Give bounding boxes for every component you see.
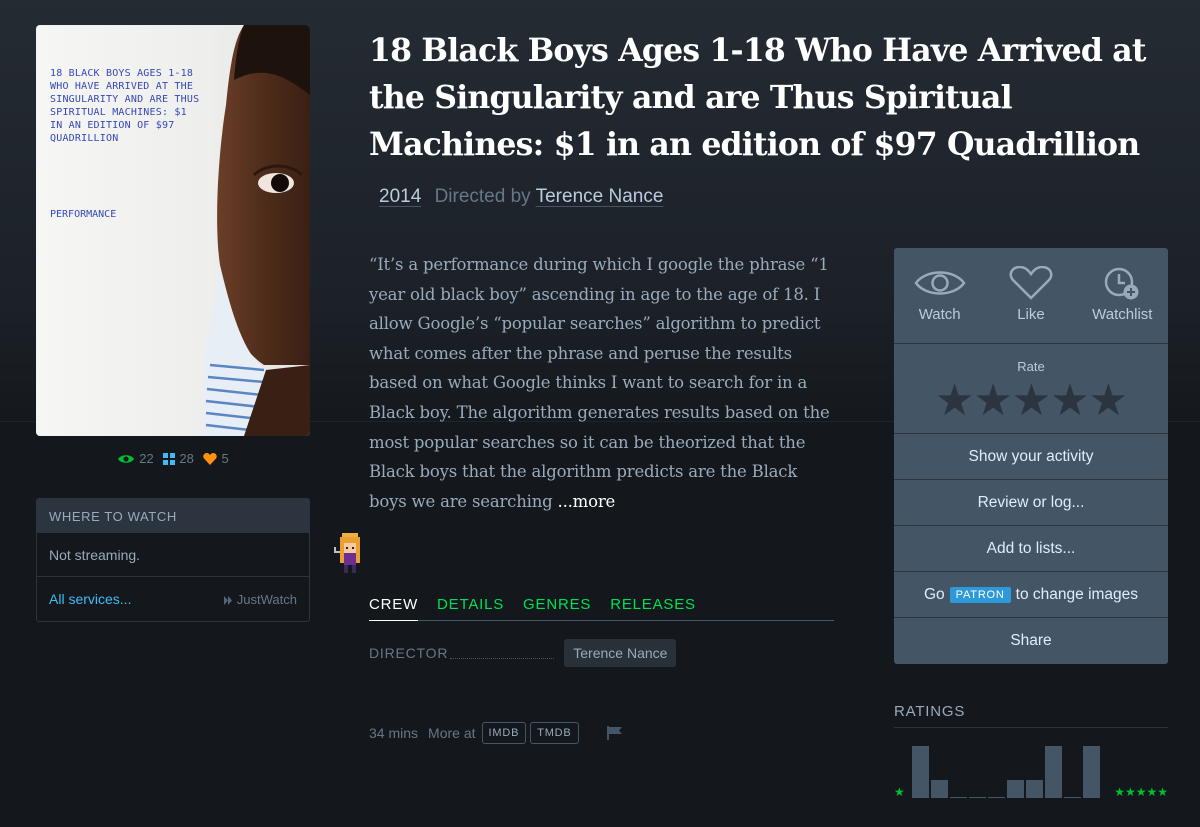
watched-count: 22 <box>139 451 154 466</box>
flag-icon[interactable] <box>606 726 623 740</box>
rating-stars-input[interactable]: ★★★★★ <box>894 379 1168 423</box>
change-images-row[interactable]: Go PATRON to change images <box>894 572 1168 618</box>
watchlist-label: Watchlist <box>1092 306 1153 323</box>
lists-count: 28 <box>179 451 194 466</box>
histogram-bar[interactable] <box>988 797 1005 798</box>
histogram-bar[interactable] <box>1083 746 1100 798</box>
go-label: Go <box>923 585 945 603</box>
runtime-text: 34 mins <box>369 725 419 741</box>
ratings-histogram[interactable]: ★ ★★★★★ <box>894 733 1168 801</box>
poster-subtitle: PERFORMANCE <box>50 209 117 220</box>
like-label: Like <box>1017 306 1045 323</box>
film-meta: 2014 Directed by Terence Nance <box>379 186 663 207</box>
rate-section: Rate ★★★★★ <box>894 344 1168 434</box>
star-2-icon[interactable]: ★ <box>973 376 1012 425</box>
crew-director-chip[interactable]: Terence Nance <box>564 639 677 667</box>
tab-genres[interactable]: Genres <box>523 596 591 621</box>
release-year-link[interactable]: 2014 <box>379 186 421 207</box>
star-5-icon[interactable]: ★ <box>1089 376 1128 425</box>
directed-by-label: Directed by <box>434 186 531 207</box>
where-to-watch-heading: Where to watch <box>37 499 309 533</box>
star-1-icon[interactable]: ★ <box>935 376 974 425</box>
crew-dotted-leader <box>450 657 555 659</box>
poster-title-text: 18 BLACK BOYS AGES 1-18 WHO HAVE ARRIVED… <box>50 68 200 144</box>
justwatch-label: JustWatch <box>236 591 297 607</box>
synopsis: “It’s a performance during which I googl… <box>369 250 839 516</box>
justwatch-logo[interactable]: JustWatch <box>224 592 297 607</box>
likes-stat[interactable]: 5 <box>203 451 229 466</box>
likes-count: 5 <box>221 451 229 466</box>
director-link[interactable]: Terence Nance <box>536 186 664 207</box>
film-title: 18 Black Boys Ages 1-18 Who Have Arrived… <box>369 32 1146 163</box>
where-to-watch-panel: Where to watch Not streaming. All servic… <box>36 498 310 622</box>
low-rating-star-icon: ★ <box>894 785 905 799</box>
crew-role-label: Director <box>369 645 449 661</box>
watch-button[interactable]: Watch <box>894 248 985 343</box>
histogram-bar[interactable] <box>1026 780 1043 798</box>
avatar-sprite <box>334 533 360 573</box>
watched-stat[interactable]: 22 <box>117 451 154 466</box>
clock-plus-icon <box>1105 267 1139 300</box>
more-at-label: More at <box>428 725 476 741</box>
film-tabs: Crew Details Genres Releases <box>369 596 834 621</box>
film-footer-meta: 34 mins More at IMDB TMDB <box>369 722 623 744</box>
star-4-icon[interactable]: ★ <box>1050 376 1089 425</box>
ratings-heading: Ratings <box>894 703 1168 728</box>
lists-stat[interactable]: 28 <box>163 451 194 466</box>
imdb-button[interactable]: IMDB <box>481 722 527 744</box>
crew-row-director: Director Terence Nance <box>369 638 834 668</box>
histogram-bar[interactable] <box>1045 746 1062 798</box>
eye-icon <box>118 454 135 463</box>
film-stats: 22 28 5 <box>36 451 310 468</box>
justwatch-icon <box>224 595 233 605</box>
all-services-link[interactable]: All services... <box>49 591 131 607</box>
grid-icon <box>163 452 176 465</box>
streaming-status: Not streaming. <box>37 533 309 577</box>
where-to-watch-footer: All services... JustWatch <box>37 577 309 621</box>
show-activity-button[interactable]: Show your activity <box>894 434 1168 480</box>
histogram-bar[interactable] <box>931 780 948 798</box>
tmdb-button[interactable]: TMDB <box>530 722 579 744</box>
rate-label: Rate <box>1017 359 1045 374</box>
eye-icon <box>914 271 966 295</box>
actions-top-row: Watch Like Watchlist <box>894 248 1168 344</box>
tab-details[interactable]: Details <box>437 596 504 621</box>
histogram-bar[interactable] <box>969 797 986 798</box>
watch-label: Watch <box>918 306 961 323</box>
histogram-bar[interactable] <box>950 797 967 798</box>
poster-face-image <box>204 25 310 436</box>
tab-releases[interactable]: Releases <box>610 596 696 621</box>
tab-crew[interactable]: Crew <box>369 596 419 621</box>
film-title-block: 18 Black Boys Ages 1-18 Who Have Arrived… <box>369 27 1179 220</box>
like-button[interactable]: Like <box>985 248 1076 343</box>
high-rating-stars-icon: ★★★★★ <box>1114 785 1168 799</box>
watchlist-button[interactable]: Watchlist <box>1077 248 1168 343</box>
heart-icon <box>1009 266 1053 300</box>
heart-icon <box>203 452 218 465</box>
synopsis-text: “It’s a performance during which I googl… <box>369 255 830 511</box>
histogram-bar[interactable] <box>1064 797 1081 798</box>
patron-badge[interactable]: PATRON <box>949 586 1011 603</box>
change-images-label: to change images <box>1015 585 1139 603</box>
histogram-bar[interactable] <box>912 746 929 798</box>
synopsis-more-link[interactable]: ...more <box>558 492 616 511</box>
share-button[interactable]: Share <box>894 618 1168 664</box>
streaming-status-text: Not streaming. <box>49 546 141 563</box>
review-log-button[interactable]: Review or log... <box>894 480 1168 526</box>
actions-panel: Watch Like Watchlist Rate ★★★★★ Show you… <box>894 248 1168 664</box>
add-to-lists-button[interactable]: Add to lists... <box>894 526 1168 572</box>
film-poster[interactable]: 18 BLACK BOYS AGES 1-18 WHO HAVE ARRIVED… <box>36 25 310 436</box>
histogram-bar[interactable] <box>1007 780 1024 798</box>
star-3-icon[interactable]: ★ <box>1012 376 1051 425</box>
